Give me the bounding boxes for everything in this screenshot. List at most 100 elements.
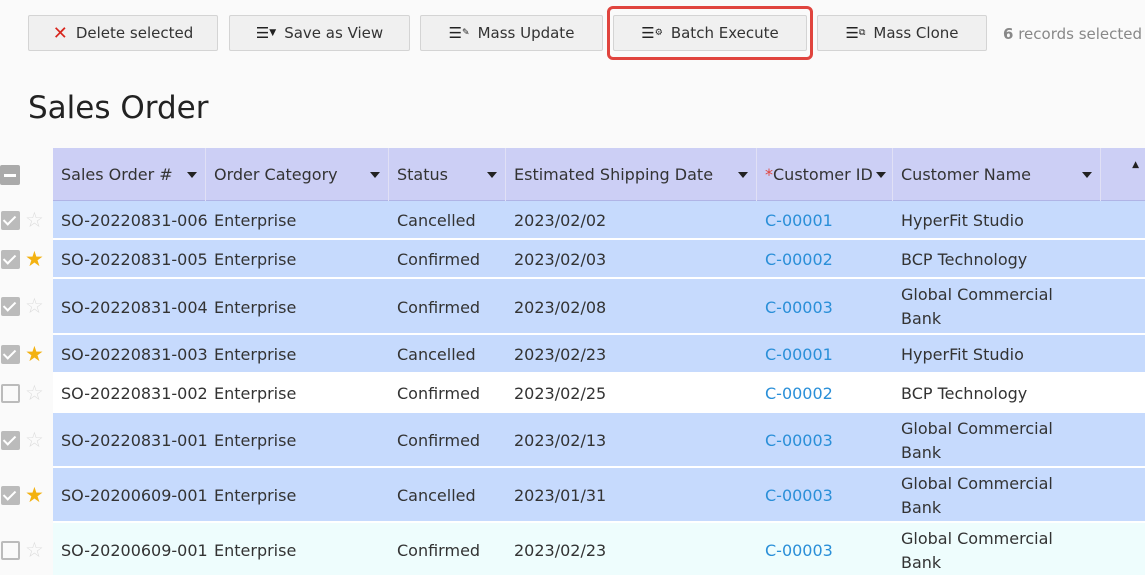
- cell-status: Confirmed: [397, 250, 481, 269]
- cell-customer-id-link[interactable]: C-00003: [757, 413, 833, 468]
- row-checkbox[interactable]: [1, 541, 20, 560]
- column-label: Status: [397, 165, 448, 184]
- column-header-sales-order[interactable]: Sales Order #: [53, 148, 206, 201]
- mass-update-button[interactable]: ☰ ✎ Mass Update: [420, 15, 603, 51]
- list-gear-icon: ☰ ⚙: [641, 24, 663, 42]
- star-icon[interactable]: ★: [25, 344, 44, 365]
- column-header-customer-id[interactable]: * Customer ID: [757, 148, 893, 201]
- cell-shipping-date: 2023/02/03: [514, 250, 607, 269]
- save-as-view-label: Save as View: [284, 24, 384, 42]
- star-icon[interactable]: ☆: [25, 540, 44, 561]
- cell-sales-order[interactable]: SO-20200609-001: [53, 523, 208, 575]
- cell-sales-order[interactable]: SO-20220831-002: [53, 374, 208, 413]
- list-copy-icon: ☰ ⧉: [845, 24, 866, 42]
- row-checkbox[interactable]: [1, 250, 20, 269]
- close-icon: ✕: [52, 22, 68, 44]
- cell-order-category: Enterprise: [214, 431, 297, 450]
- required-marker: *: [765, 165, 773, 184]
- table-row[interactable]: ☆ SO-20220831-004 Enterprise Confirmed 2…: [0, 279, 1145, 335]
- page-title: Sales Order: [28, 90, 209, 126]
- delete-selected-button[interactable]: ✕ Delete selected: [28, 15, 218, 51]
- cell-status: Cancelled: [397, 486, 476, 505]
- cell-status: Confirmed: [397, 541, 481, 560]
- cell-customer-id-link[interactable]: C-00003: [757, 468, 833, 523]
- list-edit-icon: ☰ ✎: [448, 24, 470, 42]
- row-checkbox[interactable]: [1, 384, 20, 403]
- cell-customer-id-link[interactable]: C-00003: [757, 523, 833, 575]
- cell-shipping-date: 2023/02/08: [514, 297, 607, 317]
- mass-clone-label: Mass Clone: [873, 24, 959, 42]
- row-checkbox[interactable]: [1, 297, 20, 316]
- table-row[interactable]: ☆ SO-20220831-006 Enterprise Cancelled 2…: [0, 201, 1145, 240]
- column-header-status[interactable]: Status: [389, 148, 506, 201]
- cell-status: Cancelled: [397, 345, 476, 364]
- caret-down-icon[interactable]: [1082, 172, 1092, 178]
- cell-order-category: Enterprise: [214, 211, 297, 230]
- caret-down-icon[interactable]: [738, 172, 748, 178]
- column-label: Estimated Shipping Date: [514, 165, 714, 184]
- batch-execute-button[interactable]: ☰ ⚙ Batch Execute: [613, 15, 807, 51]
- cell-sales-order[interactable]: SO-20220831-004: [53, 279, 208, 335]
- selected-suffix: records selected: [1018, 25, 1143, 43]
- list-filter-icon: ☰ ▼: [255, 24, 277, 42]
- cell-customer-name: BCP Technology: [901, 384, 1028, 403]
- selected-count-text: 6 records selected: [1003, 25, 1142, 43]
- row-checkbox[interactable]: [1, 431, 20, 450]
- caret-down-icon[interactable]: [370, 172, 380, 178]
- mass-clone-button[interactable]: ☰ ⧉ Mass Clone: [817, 15, 987, 51]
- column-header-more[interactable]: ▲: [1101, 148, 1145, 201]
- cell-status: Cancelled: [397, 211, 476, 230]
- select-all-checkbox[interactable]: [0, 165, 20, 185]
- cell-sales-order[interactable]: SO-20220831-006: [53, 201, 208, 240]
- row-checkbox[interactable]: [1, 211, 20, 230]
- table-row[interactable]: ☆ SO-20220831-001 Enterprise Confirmed 2…: [0, 413, 1145, 468]
- table-row[interactable]: ★ SO-20200609-001 Enterprise Cancelled 2…: [0, 468, 1145, 523]
- cell-sales-order[interactable]: SO-20220831-001: [53, 413, 208, 468]
- cell-customer-name: Global Commercial Bank: [901, 473, 1053, 517]
- cell-shipping-date: 2023/02/23: [514, 541, 607, 560]
- batch-execute-label: Batch Execute: [670, 24, 779, 42]
- column-label: Customer Name: [901, 165, 1032, 184]
- cell-customer-name: Global Commercial Bank: [901, 528, 1053, 572]
- row-checkbox[interactable]: [1, 345, 20, 364]
- column-header-order-category[interactable]: Order Category: [206, 148, 389, 201]
- star-icon[interactable]: ☆: [25, 296, 44, 317]
- star-icon[interactable]: ☆: [25, 210, 44, 231]
- cell-shipping-date: 2023/01/31: [514, 486, 607, 505]
- cell-customer-name: HyperFit Studio: [901, 345, 1024, 364]
- star-icon[interactable]: ★: [25, 249, 44, 270]
- column-header-customer-name[interactable]: Customer Name: [893, 148, 1101, 201]
- cell-customer-id-link[interactable]: C-00001: [757, 335, 833, 374]
- cell-customer-id-link[interactable]: C-00003: [757, 279, 833, 335]
- row-checkbox[interactable]: [1, 486, 20, 505]
- cell-sales-order[interactable]: SO-20220831-005: [53, 240, 208, 279]
- table-row[interactable]: ★ SO-20220831-003 Enterprise Cancelled 2…: [0, 335, 1145, 374]
- cell-customer-id-link[interactable]: C-00002: [757, 240, 833, 279]
- star-icon[interactable]: ★: [25, 485, 44, 506]
- cell-shipping-date: 2023/02/13: [514, 431, 607, 450]
- cell-sales-order[interactable]: SO-20200609-001: [53, 468, 208, 523]
- cell-order-category: Enterprise: [214, 345, 297, 364]
- cell-customer-id-link[interactable]: C-00002: [757, 374, 833, 413]
- cell-status: Confirmed: [397, 297, 481, 317]
- caret-down-icon[interactable]: [487, 172, 497, 178]
- table-row[interactable]: ☆ SO-20200609-001 Enterprise Confirmed 2…: [0, 523, 1145, 575]
- star-icon[interactable]: ☆: [25, 383, 44, 404]
- table-row[interactable]: ★ SO-20220831-005 Enterprise Confirmed 2…: [0, 240, 1145, 279]
- caret-up-icon[interactable]: ▲: [1132, 160, 1139, 170]
- cell-order-category: Enterprise: [214, 541, 297, 560]
- column-header-shipping-date[interactable]: Estimated Shipping Date: [506, 148, 757, 201]
- table-row[interactable]: ☆ SO-20220831-002 Enterprise Confirmed 2…: [0, 374, 1145, 413]
- cell-customer-name: BCP Technology: [901, 250, 1028, 269]
- cell-customer-id-link[interactable]: C-00001: [757, 201, 833, 240]
- cell-shipping-date: 2023/02/25: [514, 384, 607, 403]
- cell-order-category: Enterprise: [214, 250, 297, 269]
- delete-selected-label: Delete selected: [75, 24, 194, 42]
- star-icon[interactable]: ☆: [25, 430, 44, 451]
- cell-sales-order[interactable]: SO-20220831-003: [53, 335, 208, 374]
- caret-down-icon[interactable]: [876, 172, 886, 178]
- save-as-view-button[interactable]: ☰ ▼ Save as View: [229, 15, 410, 51]
- caret-down-icon[interactable]: [187, 172, 197, 178]
- cell-customer-name: HyperFit Studio: [901, 211, 1024, 230]
- cell-order-category: Enterprise: [214, 486, 297, 505]
